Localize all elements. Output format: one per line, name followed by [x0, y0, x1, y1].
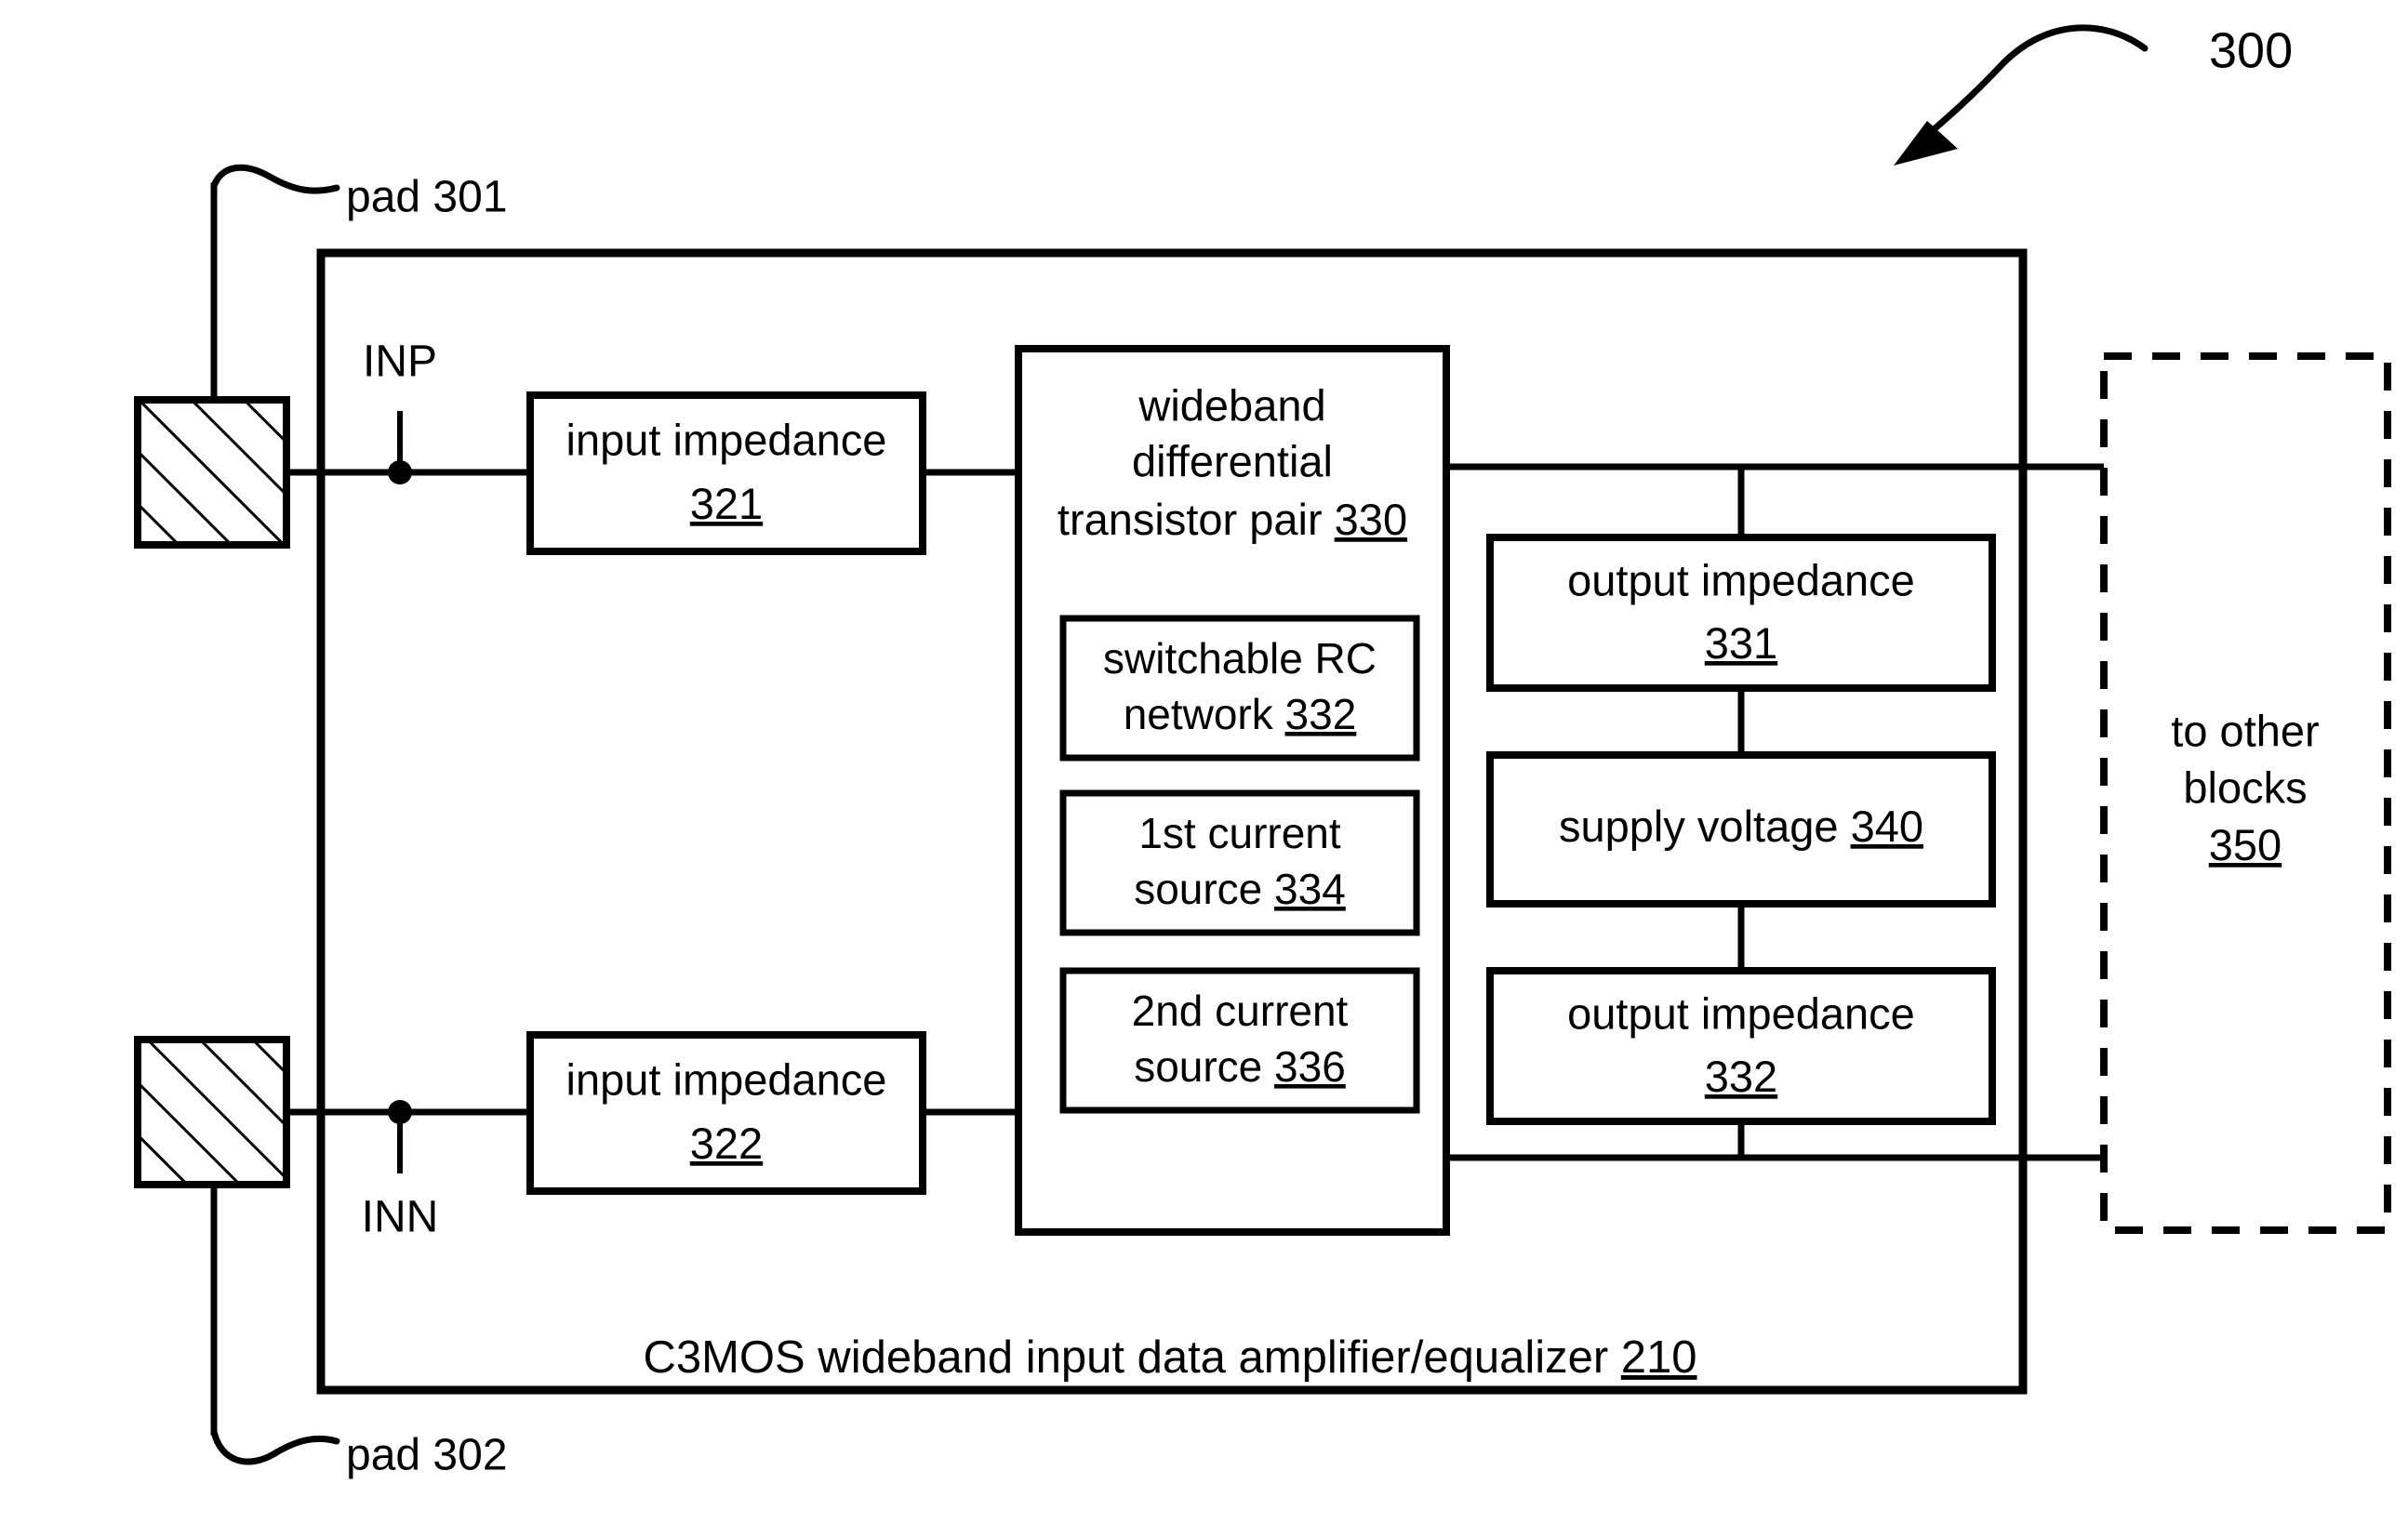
transistor-pair-330-line3: transistor pair 330: [1058, 495, 1407, 544]
other-blocks-350-line1: to other: [2171, 706, 2319, 755]
first-current-source-334-line1: 1st current: [1138, 809, 1341, 857]
amplifier-frame-caption: C3MOS wideband input data amplifier/equa…: [643, 1332, 1696, 1383]
output-impedance-331-ref: 331: [1705, 618, 1777, 668]
output-impedance-332-line1: output impedance: [1567, 988, 1915, 1038]
second-current-source-336-line1: 2nd current: [1132, 987, 1349, 1035]
figure-reference-label: 300: [2209, 22, 2293, 78]
transistor-pair-330-line2: differential: [1132, 436, 1333, 485]
input-impedance-321-line1: input impedance: [566, 415, 887, 464]
first-current-source-334-line2: source 334: [1134, 865, 1346, 913]
other-blocks-350-ref: 350: [2209, 820, 2282, 869]
block-diagram: 300 pad 301 INP input impedance 321 pad …: [134, 22, 2391, 1480]
transistor-pair-330-group: wideband differential transistor pair 33…: [1015, 345, 1450, 1236]
second-current-source-336-line2: source 336: [1134, 1042, 1346, 1091]
input-impedance-322-ref: 322: [690, 1119, 763, 1168]
output-impedance-331-line1: output impedance: [1567, 555, 1915, 604]
other-blocks-350-line2: blocks: [2183, 762, 2307, 812]
port-inp-label: INP: [363, 338, 437, 387]
output-impedance-332-group: output impedance 332: [1486, 967, 1996, 1125]
supply-voltage-340-line1: supply voltage 340: [1559, 802, 1923, 851]
bond-pad-302-leader: [210, 1428, 340, 1465]
junction-dot-inn: [388, 1100, 412, 1124]
bond-pad-302-label: pad 302: [346, 1431, 508, 1480]
second-current-source-336-group: 2nd current source 336: [1059, 967, 1420, 1114]
input-impedance-322-line1: input impedance: [566, 1054, 887, 1104]
figure-reference-arrowhead: [1894, 121, 1958, 166]
output-impedance-331-group: output impedance 331: [1486, 534, 1996, 692]
junction-dot-inp: [388, 460, 412, 484]
switchable-rc-332-group: switchable RC network 332: [1059, 615, 1420, 762]
bond-pad-302-hatch: [141, 1043, 283, 1181]
figure-reference-callout: 300: [1894, 22, 2293, 166]
figure-reference-leader: [1914, 24, 2149, 147]
port-inn-label: INN: [362, 1193, 439, 1242]
bond-pad-301-hatch: [141, 404, 283, 541]
input-impedance-321-ref: 321: [690, 479, 763, 528]
supply-voltage-340-group: supply voltage 340: [1486, 751, 1996, 908]
bond-pad-301-label: pad 301: [346, 173, 508, 222]
other-blocks-350-group: to other blocks 350: [2100, 352, 2391, 1234]
patent-figure-canvas: 300 pad 301 INP input impedance 321 pad …: [0, 0, 2408, 1537]
transistor-pair-330-line1: wideband: [1137, 380, 1325, 430]
switchable-rc-332-line1: switchable RC: [1103, 634, 1377, 682]
first-current-source-334-group: 1st current source 334: [1059, 789, 1420, 936]
switchable-rc-332-line2: network 332: [1124, 690, 1357, 738]
bond-pad-301-leader: [210, 164, 340, 194]
output-impedance-332-ref: 332: [1705, 1052, 1777, 1101]
